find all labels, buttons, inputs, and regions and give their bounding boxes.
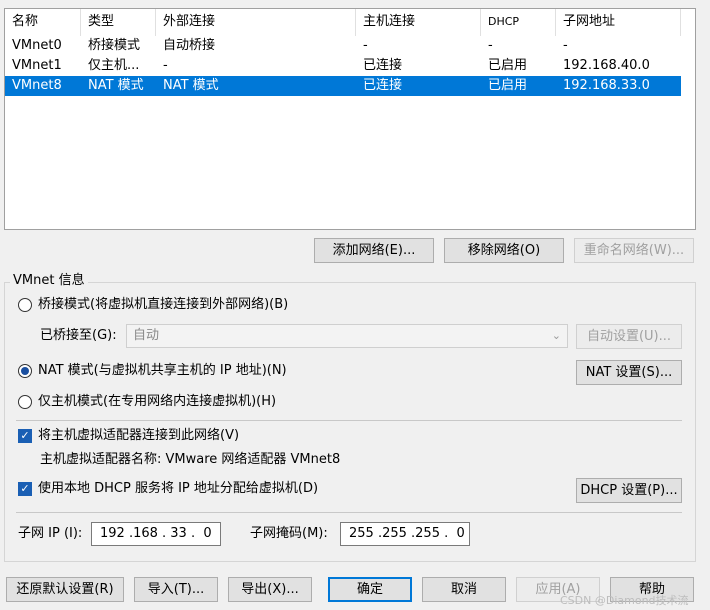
cell-host: -: [363, 38, 368, 53]
connect-adapter-checkbox[interactable]: ✓: [18, 429, 32, 443]
cell-external: NAT 模式: [163, 78, 219, 93]
cell-type: 仅主机...: [88, 58, 140, 73]
table-row[interactable]: VMnet1 仅主机... - 已连接 已启用 192.168.40.0: [5, 56, 681, 76]
auto-settings-button[interactable]: 自动设置(U)...: [576, 324, 682, 349]
bridged-to-select[interactable]: 自动 ⌄: [126, 324, 568, 348]
virtual-network-list[interactable]: 名称 类型 外部连接 主机连接 DHCP 子网地址 VMnet0 桥接模式 自动…: [4, 8, 696, 230]
table-row-selected[interactable]: VMnet8 NAT 模式 NAT 模式 已连接 已启用 192.168.33.…: [5, 76, 681, 96]
subnet-ip-label: 子网 IP (I):: [18, 526, 83, 541]
chevron-down-icon: ⌄: [551, 329, 561, 342]
bridged-mode-label[interactable]: 桥接模式(将虚拟机直接连接到外部网络)(B): [38, 296, 288, 314]
connect-adapter-label[interactable]: 将主机虚拟适配器连接到此网络(V): [38, 427, 239, 445]
cell-dhcp: 已启用: [488, 78, 528, 93]
import-button[interactable]: 导入(T)...: [134, 577, 218, 602]
column-header-name[interactable]: 名称: [5, 9, 81, 36]
cell-type: 桥接模式: [88, 38, 141, 53]
remove-network-button[interactable]: 移除网络(O): [444, 238, 564, 263]
rename-network-button[interactable]: 重命名网络(W)...: [574, 238, 694, 263]
bridged-mode-radio[interactable]: [18, 298, 32, 312]
nat-settings-button[interactable]: NAT 设置(S)...: [576, 360, 682, 385]
nat-mode-label[interactable]: NAT 模式(与虚拟机共享主机的 IP 地址)(N): [38, 362, 287, 380]
cell-name: VMnet1: [12, 58, 62, 73]
cell-name: VMnet8: [12, 78, 62, 93]
export-button[interactable]: 导出(X)...: [228, 577, 312, 602]
subnet-mask-field[interactable]: 255 .255 .255 . 0: [340, 522, 470, 546]
table-header: 名称 类型 外部连接 主机连接 DHCP 子网地址: [5, 9, 695, 36]
bridged-to-label: 已桥接至(G):: [40, 328, 117, 343]
cell-name: VMnet0: [12, 38, 62, 53]
nat-mode-radio[interactable]: [18, 364, 32, 378]
cell-dhcp: -: [488, 38, 493, 53]
host-only-mode-label[interactable]: 仅主机模式(在专用网络内连接虚拟机)(H): [38, 393, 276, 411]
add-network-button[interactable]: 添加网络(E)...: [314, 238, 434, 263]
cell-dhcp: 已启用: [488, 58, 528, 73]
cell-subnet: -: [563, 38, 568, 53]
column-header-type[interactable]: 类型: [81, 9, 156, 36]
column-header-subnet[interactable]: 子网地址: [556, 9, 681, 36]
subnet-mask-label: 子网掩码(M):: [250, 526, 328, 541]
use-dhcp-checkbox[interactable]: ✓: [18, 482, 32, 496]
cell-host: 已连接: [363, 78, 403, 93]
group-title: VMnet 信息: [10, 272, 88, 290]
cell-subnet: 192.168.33.0: [563, 78, 650, 93]
dhcp-settings-button[interactable]: DHCP 设置(P)...: [576, 478, 682, 503]
divider: [16, 420, 682, 421]
use-dhcp-label[interactable]: 使用本地 DHCP 服务将 IP 地址分配给虚拟机(D): [38, 480, 318, 498]
host-only-mode-radio[interactable]: [18, 395, 32, 409]
column-header-host[interactable]: 主机连接: [356, 9, 481, 36]
cell-type: NAT 模式: [88, 78, 144, 93]
table-row[interactable]: VMnet0 桥接模式 自动桥接 - - -: [5, 36, 681, 56]
cell-host: 已连接: [363, 58, 403, 73]
column-header-external[interactable]: 外部连接: [156, 9, 356, 36]
cancel-button[interactable]: 取消: [422, 577, 506, 602]
bridged-to-value: 自动: [133, 328, 160, 343]
cell-external: 自动桥接: [163, 38, 216, 53]
cell-subnet: 192.168.40.0: [563, 58, 650, 73]
divider: [16, 512, 682, 513]
cell-external: -: [163, 58, 168, 73]
watermark: CSDN @Diamond技术流: [560, 594, 689, 607]
adapter-name-text: 主机虚拟适配器名称: VMware 网络适配器 VMnet8: [40, 452, 341, 467]
restore-defaults-button[interactable]: 还原默认设置(R): [6, 577, 124, 602]
column-header-dhcp[interactable]: DHCP: [481, 9, 556, 36]
subnet-ip-field[interactable]: 192 .168 . 33 . 0: [91, 522, 221, 546]
ok-button[interactable]: 确定: [328, 577, 412, 602]
